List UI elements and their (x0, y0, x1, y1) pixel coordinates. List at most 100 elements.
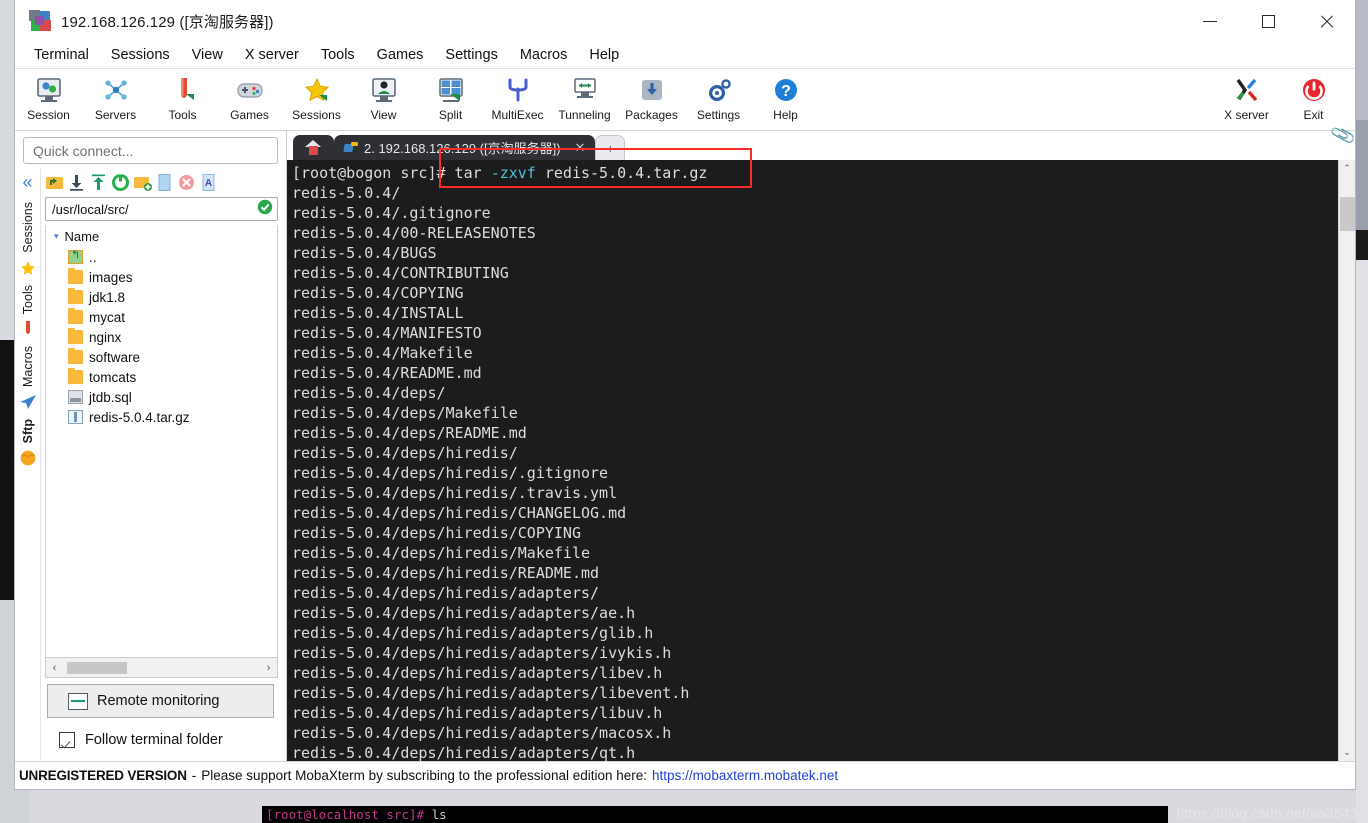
menu-terminal[interactable]: Terminal (23, 44, 100, 66)
paper-plane-icon (19, 393, 37, 411)
scroll-track[interactable] (1339, 177, 1355, 744)
terminal-line: redis-5.0.4/deps/hiredis/adapters/ivykis… (292, 644, 672, 662)
toolbar-multiexec-button[interactable]: MultiExec (484, 72, 551, 122)
refresh-icon[interactable] (111, 173, 130, 192)
toolbar-split-button[interactable]: Split (417, 72, 484, 122)
sftp-file-list-header[interactable]: ▾ Name (46, 225, 277, 247)
folder-icon (68, 328, 83, 344)
menu-x-server[interactable]: X server (234, 44, 310, 66)
scroll-track[interactable] (63, 660, 260, 675)
menu-tools[interactable]: Tools (310, 44, 366, 66)
sidebar-item-sftp[interactable]: Sftp (19, 416, 37, 470)
folder-icon (68, 288, 83, 304)
menu-settings[interactable]: Settings (434, 44, 508, 66)
menu-help[interactable]: Help (578, 44, 630, 66)
scroll-down-icon[interactable]: ⌄ (1339, 744, 1355, 761)
list-item[interactable]: jdk1.8 (46, 287, 277, 307)
maximize-button[interactable] (1239, 0, 1297, 42)
list-item[interactable]: images (46, 267, 277, 287)
sftp-path-bar[interactable]: /usr/local/src/ (45, 197, 278, 221)
monitor-graph-icon (68, 692, 88, 710)
toolbar-session-label: Session (27, 108, 70, 122)
toolbar-help-button[interactable]: ? Help (752, 72, 819, 122)
terminal-scrollbar[interactable]: ⌃ ⌄ (1338, 160, 1355, 761)
toolbar-exit-button[interactable]: Exit (1280, 72, 1347, 122)
terminal-line: redis-5.0.4/deps/hiredis/adapters/libev.… (292, 664, 663, 682)
menu-games[interactable]: Games (366, 44, 435, 66)
tab-new[interactable]: + (595, 135, 626, 160)
sidebar-item-macros[interactable]: Macros (19, 343, 37, 414)
list-item[interactable]: software (46, 347, 277, 367)
terminal-line: redis-5.0.4/MANIFESTO (292, 324, 482, 342)
right-panel: 2. 192.168.126.129 ([京淘服务器]) ✕ + [root@b… (287, 131, 1355, 761)
toolbar-help-label: Help (773, 108, 798, 122)
toolbar-games-button[interactable]: Games (216, 72, 283, 122)
toolbar-tools-button[interactable]: Tools (149, 72, 216, 122)
menu-view[interactable]: View (181, 44, 234, 66)
sidebar-rail: « Sessions Tools Macros Sftp (15, 169, 41, 761)
upload-icon[interactable] (89, 173, 108, 192)
terminal-output[interactable]: [root@bogon src]# tar -zxvf redis-5.0.4.… (287, 160, 1338, 761)
terminal-line: redis-5.0.4/deps/hiredis/CHANGELOG.md (292, 504, 627, 522)
terminal-line: redis-5.0.4/deps/README.md (292, 424, 527, 442)
paperclip-icon[interactable]: 📎 (1329, 121, 1357, 148)
key-icon (344, 141, 358, 154)
terminal-line: redis-5.0.4/deps/hiredis/.gitignore (292, 464, 609, 482)
toolbar-session-button[interactable]: Session (15, 72, 82, 122)
list-item[interactable]: redis-5.0.4.tar.gz (46, 407, 277, 427)
toolbar-exit-label: Exit (1303, 108, 1324, 122)
terminal-prompt: [root@bogon src]# (292, 164, 446, 182)
go-up-folder-icon[interactable] (45, 173, 64, 192)
scroll-up-icon[interactable]: ⌃ (1339, 160, 1355, 177)
sidebar-item-tools[interactable]: Tools (19, 282, 37, 341)
text-edit-icon[interactable]: A (199, 173, 218, 192)
terminal-line: redis-5.0.4/deps/hiredis/.travis.yml (292, 484, 618, 502)
terminal-command-option: -zxvf (490, 164, 536, 182)
toolbar-sessions-button[interactable]: Sessions (283, 72, 350, 122)
terminal-line: redis-5.0.4/BUGS (292, 244, 437, 262)
tab-session[interactable]: 2. 192.168.126.129 ([京淘服务器]) ✕ (334, 135, 596, 160)
menu-sessions[interactable]: Sessions (100, 44, 181, 66)
toolbar-view-label: View (370, 108, 397, 122)
delete-icon[interactable] (177, 173, 196, 192)
sidebar-item-sessions[interactable]: Sessions (19, 199, 37, 280)
minimize-button[interactable] (1181, 0, 1239, 42)
toolbar-tunneling-button[interactable]: Tunneling (551, 72, 618, 122)
tunneling-icon (569, 74, 601, 106)
list-item[interactable]: .. (46, 247, 277, 267)
toolbar-view-button[interactable]: View (350, 72, 417, 122)
toolbar-servers-button[interactable]: Servers (82, 72, 149, 122)
terminal-line: redis-5.0.4/deps/hiredis/ (292, 444, 518, 462)
download-icon[interactable] (67, 173, 86, 192)
quick-connect-input[interactable]: Quick connect... (23, 137, 278, 164)
terminal-line: redis-5.0.4/deps/hiredis/COPYING (292, 524, 581, 542)
list-item[interactable]: tomcats (46, 367, 277, 387)
tab-home[interactable] (293, 135, 334, 160)
menu-bar: Terminal Sessions View X server Tools Ga… (15, 42, 1355, 69)
tab-close-icon[interactable]: ✕ (575, 140, 586, 156)
scroll-thumb[interactable] (67, 661, 127, 674)
toolbar-packages-button[interactable]: Packages (618, 72, 685, 122)
follow-terminal-folder-checkbox[interactable]: Follow terminal folder (47, 725, 274, 755)
toolbar-xserver-button[interactable]: X server (1213, 72, 1280, 122)
background-terminal-prompt: [root@localhost (266, 807, 379, 822)
remote-monitoring-button[interactable]: Remote monitoring (47, 684, 274, 718)
watermark-text: https://blog.csdn.net/aa35434 (1176, 805, 1366, 821)
terminal-line: redis-5.0.4/deps/hiredis/Makefile (292, 544, 591, 562)
menu-macros[interactable]: Macros (509, 44, 579, 66)
scroll-thumb[interactable] (1340, 197, 1355, 231)
list-item[interactable]: nginx (46, 327, 277, 347)
split-icon (435, 74, 467, 106)
scroll-right-icon[interactable]: › (260, 662, 277, 674)
toolbar-settings-button[interactable]: Settings (685, 72, 752, 122)
close-button[interactable] (1297, 0, 1355, 42)
list-item[interactable]: jtdb.sql (46, 387, 277, 407)
list-item[interactable]: mycat (46, 307, 277, 327)
sftp-horizontal-scrollbar[interactable]: ‹ › (46, 657, 277, 677)
new-file-icon[interactable] (155, 173, 174, 192)
new-folder-icon[interactable] (133, 173, 152, 192)
checkbox-icon[interactable] (59, 732, 75, 748)
scroll-left-icon[interactable]: ‹ (46, 662, 63, 674)
double-chevron-left-icon[interactable]: « (22, 173, 32, 191)
mobaxterm-link[interactable]: https://mobaxterm.mobatek.net (652, 768, 838, 783)
